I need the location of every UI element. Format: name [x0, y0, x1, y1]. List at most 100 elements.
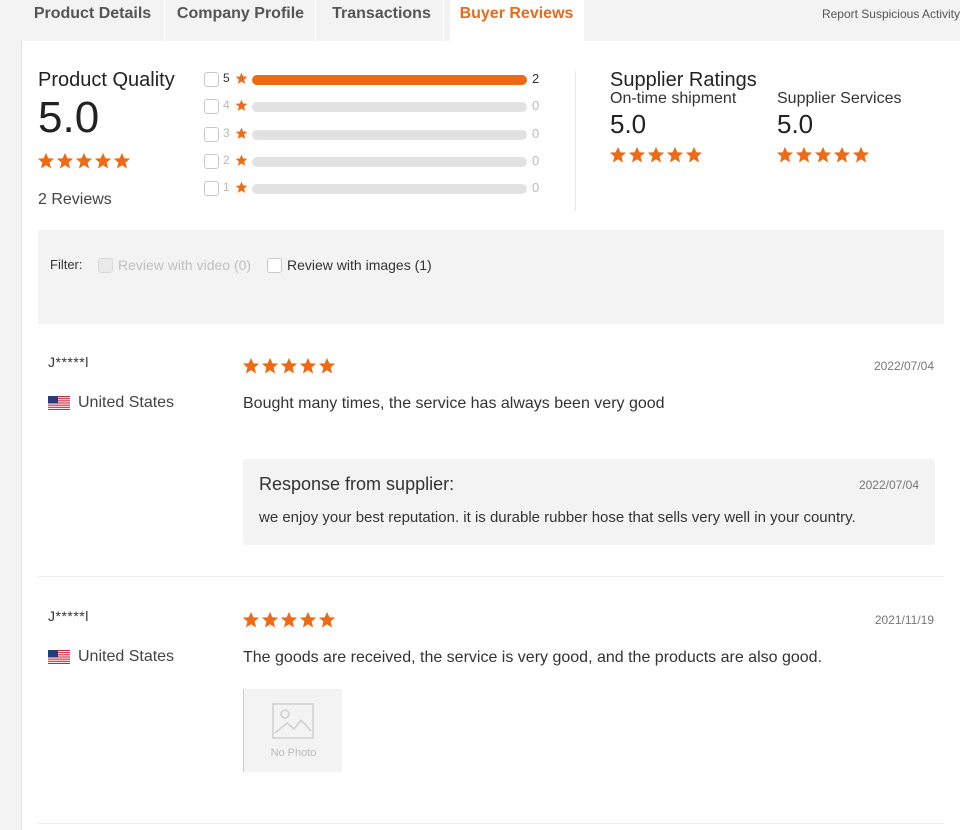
response-title: Response from supplier:	[259, 474, 455, 494]
distribution-row-3: 3 0	[204, 126, 544, 153]
filter-checkbox[interactable]	[98, 257, 113, 273]
tab-label: Transactions	[332, 5, 431, 22]
star-icon	[795, 146, 813, 164]
star-icon	[685, 146, 703, 164]
rating-count: 0	[532, 180, 540, 196]
us-flag-icon	[48, 650, 70, 664]
tab-transactions[interactable]: Transactions	[320, 0, 444, 41]
rating-filter-checkbox[interactable]	[204, 99, 219, 115]
review-item: J*****l United States 2021/11/19 The goo…	[38, 578, 944, 828]
country-name: United States	[78, 394, 175, 411]
tab-label: Buyer Reviews	[459, 5, 574, 22]
page: Product Details Company Profile Transact…	[0, 0, 960, 830]
review-text: The goods are received, the service is v…	[243, 649, 823, 666]
star-icon	[235, 154, 248, 167]
review-photo-thumbnail[interactable]: No Photo	[243, 689, 342, 772]
star-icon	[628, 146, 646, 164]
star-icon	[242, 357, 260, 375]
star-icon	[75, 152, 93, 170]
filter-review-with-images[interactable]: Review with images (1)	[267, 257, 432, 273]
on-time-shipment-stars	[609, 146, 703, 164]
rating-count: 0	[532, 125, 540, 141]
distribution-row-4: 4 0	[204, 98, 544, 125]
rating-level: 5	[223, 71, 230, 85]
star-icon	[852, 146, 870, 164]
star-icon	[242, 611, 260, 629]
star-icon	[833, 146, 851, 164]
report-suspicious-activity-link[interactable]: Report Suspicious Activity	[822, 7, 960, 21]
star-icon	[235, 72, 248, 85]
us-flag-icon	[48, 396, 70, 410]
star-icon	[94, 152, 112, 170]
supplier-ratings-title: Supplier Ratings	[610, 69, 757, 91]
review-date: 2022/07/04	[873, 359, 934, 373]
filter-checkbox[interactable]	[267, 257, 282, 273]
response-date: 2022/07/04	[858, 478, 919, 492]
on-time-shipment-score: 5.0	[610, 109, 647, 139]
star-icon	[666, 146, 684, 164]
star-icon	[235, 127, 248, 140]
tab-bar: Product Details Company Profile Transact…	[0, 0, 960, 41]
supplier-services-label: Supplier Services	[777, 90, 902, 107]
star-icon	[37, 152, 55, 170]
star-icon	[280, 611, 298, 629]
star-icon	[280, 357, 298, 375]
tab-label: Product Details	[33, 5, 152, 22]
star-icon	[235, 181, 248, 194]
on-time-shipment-label: On-time shipment	[610, 90, 737, 107]
rating-count: 0	[532, 98, 540, 114]
review-stars	[242, 357, 336, 375]
review-divider	[38, 823, 944, 824]
star-icon	[56, 152, 74, 170]
tab-product-details[interactable]: Product Details	[21, 0, 165, 41]
star-icon	[299, 357, 317, 375]
supplier-services-score: 5.0	[777, 109, 814, 139]
star-icon	[235, 99, 248, 112]
distribution-row-2: 2 0	[204, 153, 544, 180]
review-date: 2021/11/19	[874, 613, 934, 627]
filter-label: Filter:	[50, 257, 83, 272]
no-photo-label: No Photo	[270, 747, 317, 759]
star-icon	[647, 146, 665, 164]
rating-count: 0	[532, 152, 540, 168]
tab-buyer-reviews[interactable]: Buyer Reviews	[450, 0, 584, 41]
rating-bar	[252, 184, 527, 195]
rating-filter-checkbox[interactable]	[204, 126, 219, 142]
star-icon	[318, 357, 336, 375]
rating-bar-fill	[252, 75, 527, 85]
tab-company-profile[interactable]: Company Profile	[166, 0, 316, 41]
rating-bar	[252, 102, 527, 113]
star-icon	[299, 611, 317, 629]
rating-filter-checkbox[interactable]	[204, 181, 219, 197]
reviews-panel: Product Quality 5.0 2 Reviews 5 2 4 0 3 …	[21, 41, 960, 830]
star-icon	[318, 611, 336, 629]
reviewer-country: United States	[48, 394, 174, 412]
image-placeholder-icon	[272, 703, 314, 739]
reviewer-name: J*****l	[48, 354, 89, 370]
product-quality-title: Product Quality	[38, 69, 175, 91]
rating-bar	[252, 129, 527, 140]
product-quality-stars	[37, 152, 131, 170]
supplier-response: Response from supplier: 2022/07/04 we en…	[243, 459, 935, 545]
rating-filter-checkbox[interactable]	[204, 72, 219, 87]
reviewer-name: J*****l	[48, 608, 89, 624]
review-stars	[242, 611, 336, 629]
star-icon	[261, 357, 279, 375]
star-icon	[113, 152, 131, 170]
filter-review-with-video[interactable]: Review with video (0)	[98, 257, 251, 273]
rating-level: 3	[223, 125, 230, 140]
distribution-row-1: 1 0	[204, 180, 544, 207]
rating-bar	[252, 75, 527, 85]
star-icon	[609, 146, 627, 164]
filter-option-label: Review with video (0)	[118, 257, 252, 273]
rating-count: 2	[532, 71, 540, 86]
rating-bar	[252, 156, 527, 167]
distribution-row-5: 5 2	[204, 71, 544, 98]
star-icon	[776, 146, 794, 164]
vertical-divider	[575, 71, 576, 211]
star-icon	[261, 611, 279, 629]
tab-label: Company Profile	[176, 5, 305, 22]
review-item: J*****l United States 2022/07/04 Bought …	[38, 324, 944, 577]
review-divider	[38, 576, 944, 577]
rating-filter-checkbox[interactable]	[204, 153, 219, 169]
